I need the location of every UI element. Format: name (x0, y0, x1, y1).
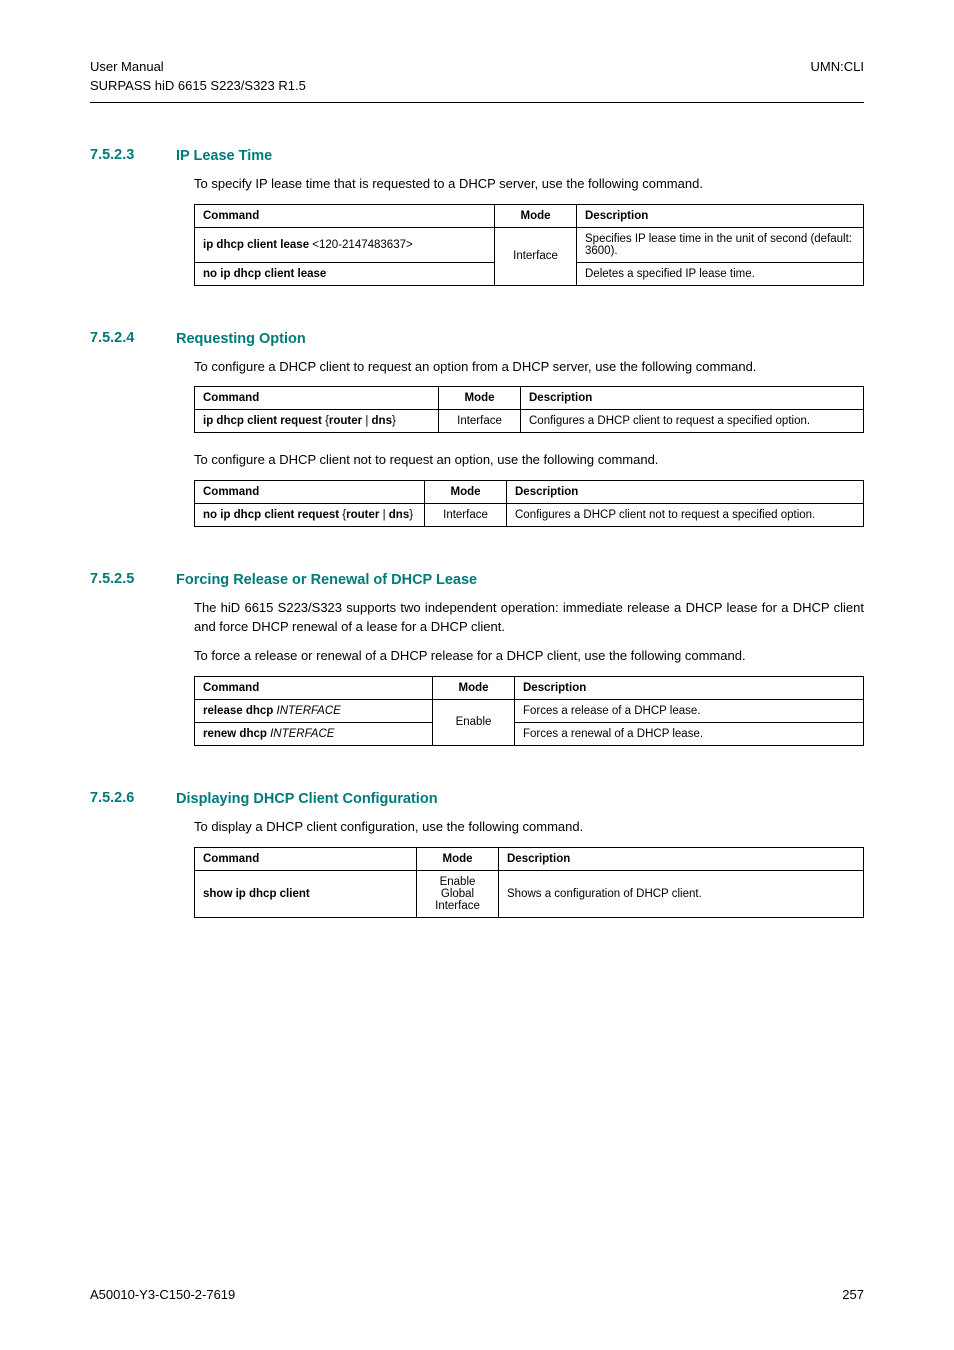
section-heading: 7.5.2.3IP Lease Time (90, 147, 864, 165)
cell-command: ip dhcp client lease <120-2147483637> (195, 227, 495, 262)
footer-right: 257 (842, 1287, 864, 1302)
page-footer: A50010-Y3-C150-2-7619 257 (90, 1287, 864, 1302)
section-body: The hiD 6615 S223/S323 supports two inde… (194, 599, 864, 746)
header-rule (90, 102, 864, 103)
cell-description: Forces a release of a DHCP lease. (515, 699, 864, 722)
cmd-fragment: no ip dhcp client lease (203, 268, 326, 280)
section-number: 7.5.2.4 (90, 330, 176, 346)
mode-line: Interface (425, 900, 490, 912)
cmd-fragment: } (392, 415, 396, 427)
mode-line: Global (425, 888, 490, 900)
footer-left: A50010-Y3-C150-2-7619 (90, 1287, 235, 1302)
cmd-fragment: dns (372, 415, 392, 427)
paragraph: To configure a DHCP client not to reques… (194, 451, 864, 470)
section-number: 7.5.2.5 (90, 571, 176, 587)
table-row: renew dhcp INTERFACE Forces a renewal of … (195, 722, 864, 745)
cell-command: ip dhcp client request {router | dns} (195, 410, 439, 433)
table-row: no ip dhcp client request {router | dns}… (195, 504, 864, 527)
cell-mode: EnableGlobalInterface (417, 870, 499, 917)
header-left-line1: User Manual (90, 58, 306, 77)
table-header-command: Command (195, 387, 439, 410)
table-header-mode: Mode (425, 481, 507, 504)
cmd-fragment: <120-2147483637> (312, 239, 412, 251)
table-header-command: Command (195, 204, 495, 227)
section-body: To display a DHCP client configuration, … (194, 818, 864, 918)
command-table: CommandModeDescriptionip dhcp client req… (194, 386, 864, 433)
mode-line: Enable (425, 876, 490, 888)
command-table: CommandModeDescriptionno ip dhcp client … (194, 480, 864, 527)
table-header-command: Command (195, 676, 433, 699)
table-row: ip dhcp client request {router | dns}Int… (195, 410, 864, 433)
cmd-fragment: renew dhcp (203, 728, 270, 740)
cell-command: release dhcp INTERFACE (195, 699, 433, 722)
section-title: IP Lease Time (176, 148, 272, 164)
section-title: Forcing Release or Renewal of DHCP Lease (176, 572, 477, 588)
table-row: release dhcp INTERFACEEnableForces a rel… (195, 699, 864, 722)
cell-command: show ip dhcp client (195, 870, 417, 917)
command-table: CommandModeDescriptionip dhcp client lea… (194, 204, 864, 286)
header-left-line2: SURPASS hiD 6615 S223/S323 R1.5 (90, 77, 306, 96)
cell-description: Shows a configuration of DHCP client. (499, 870, 864, 917)
table-header-mode: Mode (433, 676, 515, 699)
cmd-fragment: dns (389, 509, 409, 521)
section-number: 7.5.2.6 (90, 790, 176, 806)
cell-description: Forces a renewal of a DHCP lease. (515, 722, 864, 745)
table-header-description: Description (521, 387, 864, 410)
table-header-command: Command (195, 481, 425, 504)
table-header-command: Command (195, 847, 417, 870)
cmd-fragment: | (362, 415, 371, 427)
section-heading: 7.5.2.4Requesting Option (90, 330, 864, 348)
section-heading: 7.5.2.6Displaying DHCP Client Configurat… (90, 790, 864, 808)
header-right: UMN:CLI (811, 58, 864, 96)
section-title: Requesting Option (176, 331, 306, 347)
cmd-fragment: INTERFACE (270, 728, 334, 740)
cell-command: renew dhcp INTERFACE (195, 722, 433, 745)
command-table: CommandModeDescriptionrelease dhcp INTER… (194, 676, 864, 746)
section-body: To configure a DHCP client to request an… (194, 358, 864, 528)
cell-description: Deletes a specified IP lease time. (577, 262, 864, 285)
paragraph: To force a release or renewal of a DHCP … (194, 647, 864, 666)
cmd-fragment: no ip dhcp client request (203, 509, 342, 521)
paragraph: The hiD 6615 S223/S323 supports two inde… (194, 599, 864, 637)
cmd-fragment: INTERFACE (277, 705, 341, 717)
table-header-mode: Mode (439, 387, 521, 410)
command-table: CommandModeDescriptionshow ip dhcp clien… (194, 847, 864, 918)
cell-command: no ip dhcp client request {router | dns} (195, 504, 425, 527)
cell-mode: Interface (495, 227, 577, 285)
table-header-description: Description (507, 481, 864, 504)
paragraph: To specify IP lease time that is request… (194, 175, 864, 194)
cmd-fragment: ip dhcp client request (203, 415, 325, 427)
cmd-fragment: | (379, 509, 388, 521)
paragraph: To display a DHCP client configuration, … (194, 818, 864, 837)
table-header-description: Description (515, 676, 864, 699)
section-number: 7.5.2.3 (90, 147, 176, 163)
cell-description: Specifies IP lease time in the unit of s… (577, 227, 864, 262)
cell-mode: Interface (425, 504, 507, 527)
page-header: User Manual SURPASS hiD 6615 S223/S323 R… (90, 58, 864, 96)
cmd-fragment: release dhcp (203, 705, 277, 717)
cmd-fragment: } (409, 509, 413, 521)
table-header-description: Description (577, 204, 864, 227)
section-title: Displaying DHCP Client Configuration (176, 791, 438, 807)
header-left: User Manual SURPASS hiD 6615 S223/S323 R… (90, 58, 306, 96)
cmd-fragment: router (329, 415, 362, 427)
cell-description: Configures a DHCP client not to request … (507, 504, 864, 527)
table-header-mode: Mode (417, 847, 499, 870)
paragraph: To configure a DHCP client to request an… (194, 358, 864, 377)
section-heading: 7.5.2.5Forcing Release or Renewal of DHC… (90, 571, 864, 589)
page: User Manual SURPASS hiD 6615 S223/S323 R… (0, 0, 954, 1350)
section-body: To specify IP lease time that is request… (194, 175, 864, 286)
table-row: ip dhcp client lease <120-2147483637>Int… (195, 227, 864, 262)
table-header-mode: Mode (495, 204, 577, 227)
cmd-fragment: show ip dhcp client (203, 888, 310, 900)
cmd-fragment: ip dhcp client lease (203, 239, 312, 251)
cmd-fragment: router (346, 509, 379, 521)
table-header-description: Description (499, 847, 864, 870)
cell-description: Configures a DHCP client to request a sp… (521, 410, 864, 433)
cell-command: no ip dhcp client lease (195, 262, 495, 285)
table-row: show ip dhcp client EnableGlobalInterface… (195, 870, 864, 917)
cell-mode: Interface (439, 410, 521, 433)
cell-mode: Enable (433, 699, 515, 745)
